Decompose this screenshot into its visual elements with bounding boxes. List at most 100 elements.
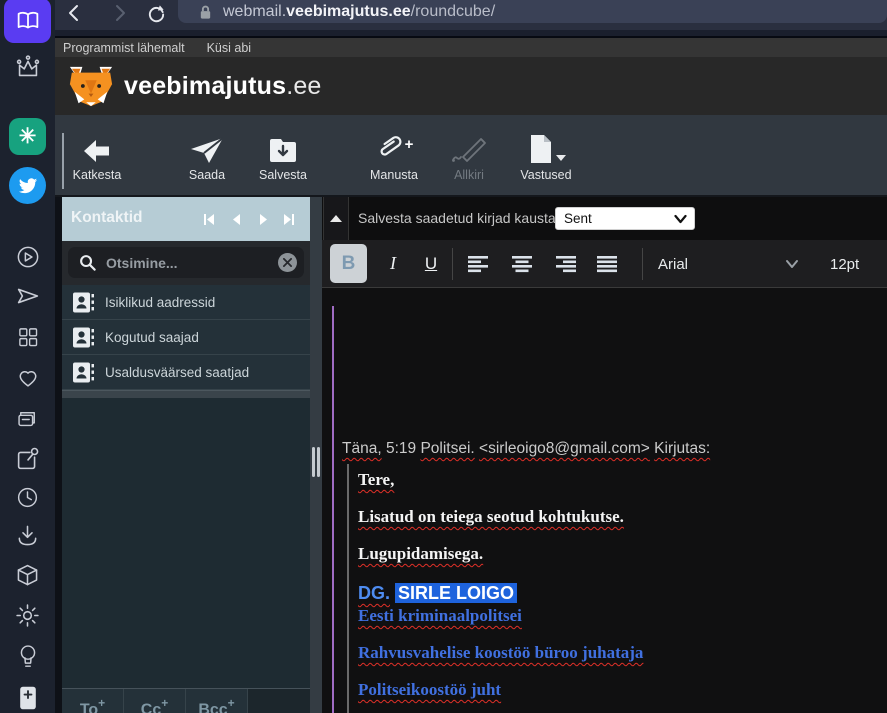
paper-plane-icon[interactable] <box>0 281 55 311</box>
quote-header: Täna, 5:19 Politsei. <sirleoigo8@gmail.c… <box>342 440 711 457</box>
search-icon <box>80 255 96 271</box>
collapse-options-button[interactable] <box>323 197 349 240</box>
greeting-line: Tere, <box>358 470 395 489</box>
gear-icon[interactable] <box>0 601 55 630</box>
font-size-select[interactable]: 12pt <box>830 240 859 288</box>
email-editor-body[interactable]: Täna, 5:19 Politsei. <sirleoigo8@gmail.c… <box>322 288 887 713</box>
italic-button[interactable]: I <box>378 244 408 283</box>
lightbulb-icon[interactable] <box>0 641 55 673</box>
plus-badge: + <box>404 136 414 153</box>
url-text: webmail.veebimajutus.ee/roundcube/ <box>223 2 496 20</box>
prev-page-icon[interactable] <box>227 211 245 227</box>
contacts-title: Kontaktid <box>71 209 143 226</box>
logo-bar: veebimajutus.ee <box>55 57 887 115</box>
attach-button[interactable]: + Manusta <box>357 127 431 191</box>
contacts-panel: Kontaktid Isiklikud aadressid Kogutud sa… <box>62 197 310 713</box>
group-label: Isiklikud aadressid <box>105 294 216 310</box>
sent-folder-select[interactable]: Sent <box>555 207 695 230</box>
menu-item-help[interactable]: Küsi abi <box>207 41 251 55</box>
share-pin-icon[interactable] <box>0 444 55 474</box>
group-personal-addresses[interactable]: Isiklikud aadressid <box>62 285 310 320</box>
selected-folder-value: Sent <box>564 211 592 226</box>
align-left-button[interactable] <box>464 244 494 283</box>
archive-folder-icon <box>246 127 320 165</box>
notes-icon[interactable] <box>0 406 55 433</box>
address-book-icon <box>73 292 94 312</box>
align-right-button[interactable] <box>550 244 580 283</box>
group-label: Usaldusväärsed saatjad <box>105 364 250 380</box>
contacts-header: Kontaktid <box>62 197 310 241</box>
group-trusted-senders[interactable]: Usaldusväärsed saatjad <box>62 355 310 390</box>
bcc-button[interactable]: Bcc+ <box>186 689 248 713</box>
clock-icon[interactable] <box>0 484 55 511</box>
quote-border-purple <box>332 306 334 713</box>
underline-button[interactable]: U <box>416 244 446 283</box>
signature-title-line: Rahvusvahelise koostöö büroo juhataja <box>358 643 644 662</box>
open-book-icon[interactable] <box>0 0 55 43</box>
align-center-button[interactable] <box>507 244 537 283</box>
lock-icon <box>200 5 211 19</box>
message-compose-area: Salvesta saadetud kirjad kausta Sent B I… <box>322 197 887 713</box>
group-label: Kogutud saajad <box>105 329 199 345</box>
back-icon[interactable] <box>63 2 85 24</box>
browser-sidebar: ✳ <box>0 0 55 713</box>
dropdown-caret-icon <box>556 155 566 161</box>
search-box <box>68 247 304 278</box>
package-icon[interactable] <box>0 561 55 590</box>
chevron-down-icon <box>674 214 687 224</box>
first-page-icon[interactable] <box>200 211 218 227</box>
signature-pen-icon <box>432 127 506 165</box>
brand-text: veebimajutus.ee <box>124 71 322 100</box>
save-sent-label: Salvesta saadetud kirjad kausta <box>358 210 556 226</box>
to-button[interactable]: To+ <box>62 689 124 713</box>
triangle-up-icon <box>330 215 342 222</box>
reload-icon[interactable] <box>145 2 167 24</box>
screen: ✳ webmail.veebimajutus.ee/roundcube/ Pro… <box>0 0 887 713</box>
chevron-down-icon <box>786 260 798 268</box>
address-book-icon <box>73 362 94 382</box>
closing-line: Lugupidamisega. <box>358 544 484 563</box>
quoted-message: Tere, Lisatud on teiega seotud kohtukuts… <box>347 464 643 713</box>
save-draft-button[interactable]: Salvesta <box>246 127 320 191</box>
signature-button[interactable]: Allkiri <box>432 127 506 191</box>
group-collected-recipients[interactable]: Kogutud saajad <box>62 320 310 355</box>
search-input[interactable] <box>106 247 266 278</box>
contacts-search-row <box>62 241 310 285</box>
chatgpt-icon[interactable]: ✳ <box>0 118 55 155</box>
save-sent-row: Salvesta saadetud kirjad kausta Sent <box>322 197 887 240</box>
compose-toolbar: Katkesta Saada Salvesta + Manusta Allkir… <box>55 115 887 197</box>
format-toolbar: B I U Arial 12pt <box>322 240 887 288</box>
url-bar[interactable]: webmail.veebimajutus.ee/roundcube/ <box>178 0 887 23</box>
body-line: Lisatud on teiega seotud kohtukutse. <box>358 507 624 526</box>
splitter-handle-icon[interactable] <box>310 447 322 479</box>
menu-item-about[interactable]: Programmist lähemalt <box>63 41 185 55</box>
browser-toolbar: webmail.veebimajutus.ee/roundcube/ <box>55 0 887 30</box>
clear-search-icon[interactable] <box>278 253 297 272</box>
twitter-icon[interactable] <box>0 167 55 204</box>
app-menubar: Programmist lähemalt Küsi abi <box>55 38 887 57</box>
play-circle-icon[interactable] <box>0 243 55 271</box>
cancel-button[interactable]: Katkesta <box>60 127 134 191</box>
font-family-select[interactable]: Arial <box>658 240 688 288</box>
document-icon <box>509 127 583 165</box>
bold-button[interactable]: B <box>330 244 367 283</box>
cc-button[interactable]: Cc+ <box>124 689 186 713</box>
heart-icon[interactable] <box>0 364 55 392</box>
back-arrow-icon <box>60 127 134 165</box>
signature-role-line: Politseikoostöö juht <box>358 680 502 699</box>
grid-icon[interactable] <box>0 324 55 350</box>
last-page-icon[interactable] <box>280 211 298 227</box>
download-icon[interactable] <box>0 521 55 550</box>
recipient-buttons-row: To+ Cc+ Bcc+ <box>62 688 310 713</box>
extension-icon[interactable] <box>0 683 55 713</box>
forward-icon[interactable] <box>109 2 131 24</box>
fox-logo-icon[interactable] <box>68 64 114 108</box>
align-justify-button[interactable] <box>592 244 622 283</box>
responses-button[interactable]: Vastused <box>509 127 583 191</box>
next-page-icon[interactable] <box>254 211 272 227</box>
signature-org-line: Eesti kriminaalpolitsei <box>358 606 522 625</box>
crown-icon[interactable] <box>0 50 55 84</box>
send-button[interactable]: Saada <box>170 127 244 191</box>
selected-text: SIRLE LOIGO <box>395 583 518 603</box>
toolbar-separator <box>642 248 643 280</box>
